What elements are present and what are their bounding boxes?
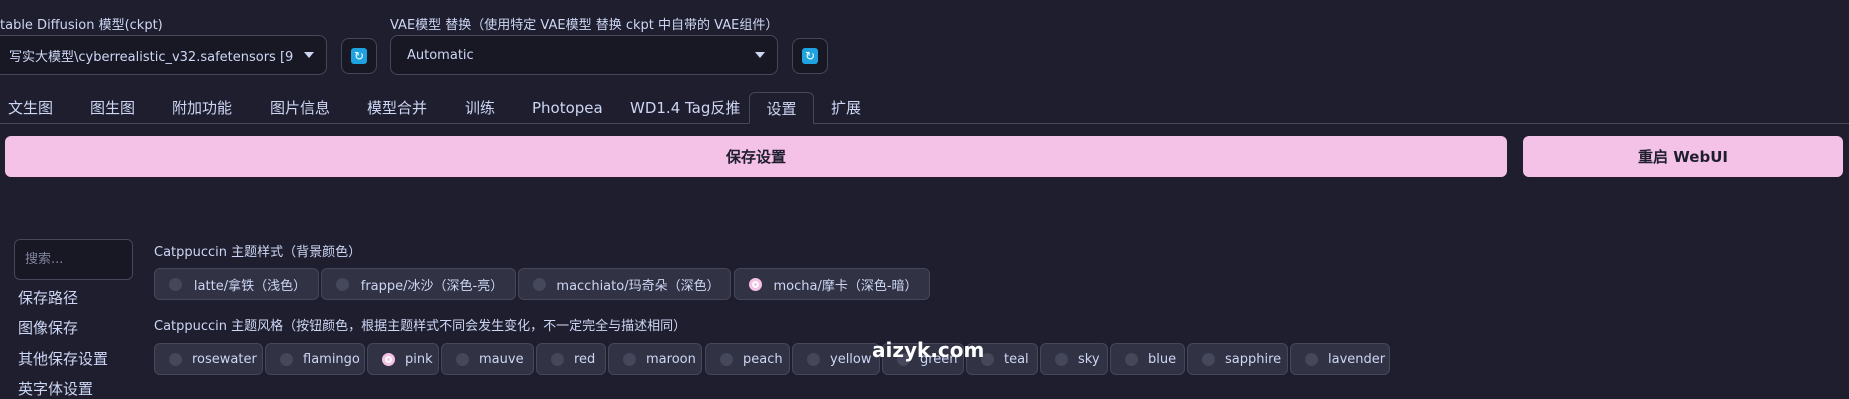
radio-icon xyxy=(169,277,182,291)
radio-icon xyxy=(533,277,546,291)
sidebar-item-save-paths[interactable]: 保存路径 xyxy=(18,287,78,308)
tab-png-info[interactable]: 图片信息 xyxy=(270,92,330,124)
radio-icon xyxy=(551,352,564,366)
checkpoint-value: 写实大模型\cyberrealistic_v32.safetensors [95… xyxy=(9,49,294,65)
flavor-option-lavender[interactable]: lavender xyxy=(1290,343,1390,375)
flavor-option-red[interactable]: red xyxy=(536,343,606,375)
chevron-down-icon xyxy=(304,52,314,58)
vae-dropdown[interactable]: Automatic xyxy=(390,35,778,75)
radio-icon xyxy=(1055,352,1068,366)
radio-selected-icon xyxy=(382,352,395,366)
checkpoint-label: table Diffusion 模型(ckpt) xyxy=(0,18,163,33)
tab-txt2img[interactable]: 文生图 xyxy=(8,92,53,124)
tab-checkpoint-merger[interactable]: 模型合并 xyxy=(367,92,427,124)
radio-icon xyxy=(720,352,733,366)
radio-icon xyxy=(623,352,636,366)
theme-style-option-frappe[interactable]: frappe/冰沙（深色-亮） xyxy=(321,268,516,300)
flavor-option-yellow[interactable]: yellow xyxy=(792,343,880,375)
theme-flavor-label: Catppuccin 主题风格（按钮颜色，根据主题样式不同会发生变化，不一定完全… xyxy=(154,319,687,334)
theme-style-option-mocha[interactable]: mocha/摩卡（深色-暗） xyxy=(734,268,930,300)
tab-wd14-tagger[interactable]: WD1.4 Tag反推 xyxy=(630,92,740,124)
flavor-option-mauve[interactable]: mauve xyxy=(441,343,534,375)
flavor-option-maroon[interactable]: maroon xyxy=(608,343,702,375)
vae-refresh-button[interactable]: ↻ xyxy=(792,38,828,74)
refresh-icon: ↻ xyxy=(351,48,367,64)
main-tabs: 文生图 图生图 附加功能 图片信息 模型合并 训练 Photopea WD1.4… xyxy=(0,92,1849,124)
radio-selected-icon xyxy=(749,277,762,291)
checkpoint-refresh-button[interactable]: ↻ xyxy=(341,38,377,74)
chevron-down-icon xyxy=(755,52,765,58)
flavor-option-sky[interactable]: sky xyxy=(1040,343,1108,375)
radio-icon xyxy=(1125,352,1138,366)
flavor-option-pink[interactable]: pink xyxy=(367,343,439,375)
flavor-option-flamingo[interactable]: flamingo xyxy=(265,343,365,375)
radio-icon xyxy=(456,352,469,366)
tab-img2img[interactable]: 图生图 xyxy=(90,92,135,124)
sidebar-item-other-saving[interactable]: 其他保存设置 xyxy=(18,348,108,369)
radio-icon xyxy=(336,277,349,291)
tab-photopea[interactable]: Photopea xyxy=(532,92,603,124)
refresh-icon: ↻ xyxy=(802,48,818,64)
radio-icon xyxy=(280,352,293,366)
vae-value: Automatic xyxy=(407,47,474,63)
tab-extras[interactable]: 附加功能 xyxy=(172,92,232,124)
flavor-option-peach[interactable]: peach xyxy=(705,343,790,375)
flavor-option-blue[interactable]: blue xyxy=(1110,343,1185,375)
radio-icon xyxy=(169,352,182,366)
restart-webui-button[interactable]: 重启 WebUI xyxy=(1523,136,1843,177)
flavor-option-sapphire[interactable]: sapphire xyxy=(1187,343,1288,375)
watermark: aizyk.com xyxy=(872,338,985,362)
theme-style-label: Catppuccin 主题样式（背景颜色） xyxy=(154,245,362,260)
radio-icon xyxy=(807,352,820,366)
radio-icon xyxy=(1305,352,1318,366)
flavor-option-rosewater[interactable]: rosewater xyxy=(154,343,263,375)
save-settings-button[interactable]: 保存设置 xyxy=(5,136,1507,177)
settings-search-input[interactable] xyxy=(14,239,133,280)
radio-icon xyxy=(1202,352,1215,366)
sidebar-item-image-saving[interactable]: 图像保存 xyxy=(18,317,78,338)
checkpoint-dropdown[interactable]: 写实大模型\cyberrealistic_v32.safetensors [95… xyxy=(0,35,327,75)
tab-train[interactable]: 训练 xyxy=(465,92,495,124)
sidebar-item-font-settings[interactable]: 英字体设置 xyxy=(18,378,93,399)
theme-style-option-macchiato[interactable]: macchiato/玛奇朵（深色） xyxy=(518,268,731,300)
tab-settings[interactable]: 设置 xyxy=(749,92,814,124)
vae-label: VAE模型 替换（使用特定 VAE模型 替换 ckpt 中自带的 VAE组件） xyxy=(390,18,779,33)
theme-style-option-latte[interactable]: latte/拿铁（浅色） xyxy=(154,268,319,300)
tab-extensions[interactable]: 扩展 xyxy=(831,92,861,124)
